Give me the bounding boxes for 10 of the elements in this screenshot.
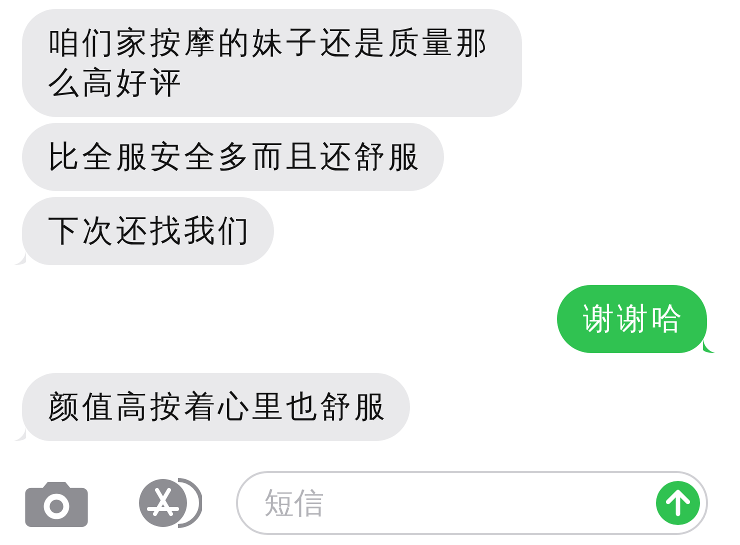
send-button[interactable] xyxy=(656,481,700,525)
message-bubble: 颜值高按着心里也舒服 xyxy=(22,373,410,441)
message-bubble: 下次还找我们 xyxy=(22,197,274,265)
message-field[interactable]: 短信 xyxy=(236,471,708,535)
camera-icon[interactable] xyxy=(25,480,88,526)
message-bubble: 谢谢哈 xyxy=(557,285,707,353)
message-input[interactable]: 短信 xyxy=(262,484,656,522)
message-bubble: 比全服安全多而且还舒服 xyxy=(22,123,444,191)
message-bubble: 咱们家按摩的妹子还是质量那么高好评 xyxy=(22,9,522,117)
bubble-tail xyxy=(703,339,715,353)
